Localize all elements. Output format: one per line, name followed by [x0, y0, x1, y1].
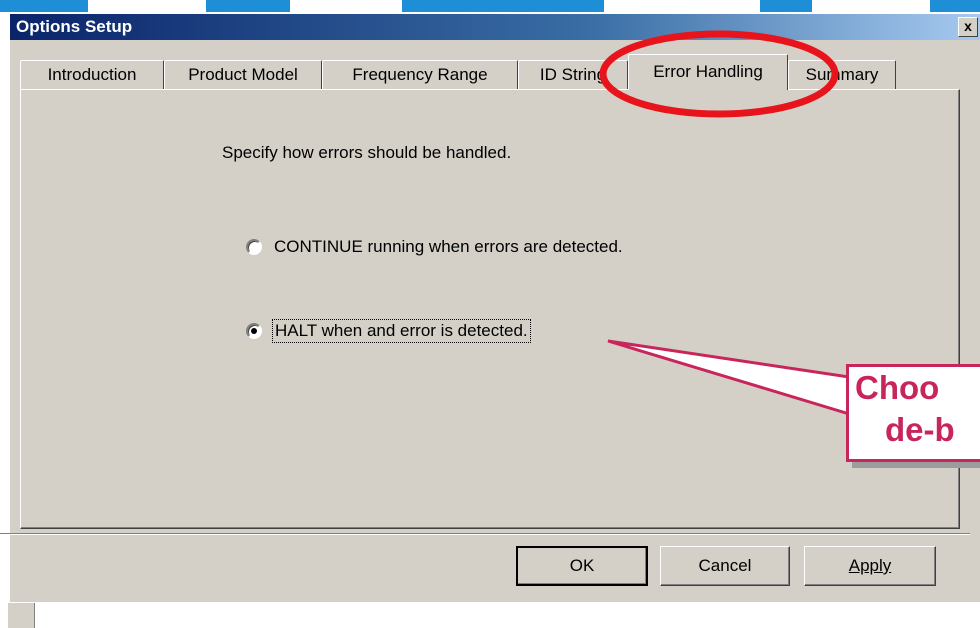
slide-header-segment: [206, 0, 290, 12]
tab-product-model[interactable]: Product Model: [164, 60, 322, 90]
slide-header-strip: [0, 0, 980, 12]
button-separator: [0, 533, 970, 535]
tab-introduction[interactable]: Introduction: [20, 60, 164, 90]
ok-button[interactable]: OK: [516, 546, 648, 586]
tab-frequency-range[interactable]: Frequency Range: [322, 60, 518, 90]
radio-selected-dot: [251, 328, 257, 334]
callout-box: Choo de-b: [846, 364, 980, 462]
close-icon: x: [964, 18, 972, 34]
callout-text-line-1: Choo: [855, 369, 940, 406]
apply-button[interactable]: Apply: [804, 546, 936, 586]
title-bar[interactable]: Options Setup x: [10, 14, 980, 40]
tab-error-handling[interactable]: Error Handling: [628, 54, 788, 90]
slide-header-segment: [930, 0, 980, 12]
callout-text-line-2: de-b: [885, 411, 955, 448]
window-title: Options Setup: [16, 17, 133, 36]
apply-button-label: Apply: [848, 556, 892, 575]
tab-summary[interactable]: Summary: [788, 60, 896, 90]
close-button[interactable]: x: [958, 17, 978, 37]
halt-option-label[interactable]: HALT when and error is detected.: [272, 319, 531, 343]
slide-header-segment: [760, 0, 812, 12]
status-bar-fragment: [8, 603, 35, 628]
slide-header-segment: [402, 0, 604, 12]
halt-radio[interactable]: [246, 323, 262, 339]
instruction-text: Specify how errors should be handled.: [222, 143, 512, 162]
continue-option[interactable]: CONTINUE running when errors are detecte…: [246, 236, 625, 258]
continue-option-label[interactable]: CONTINUE running when errors are detecte…: [272, 236, 625, 258]
halt-option[interactable]: HALT when and error is detected.: [246, 319, 531, 343]
tab-id-string[interactable]: ID String: [518, 60, 628, 90]
continue-radio[interactable]: [246, 239, 262, 255]
slide-header-segment: [0, 0, 88, 12]
cancel-button[interactable]: Cancel: [660, 546, 790, 586]
